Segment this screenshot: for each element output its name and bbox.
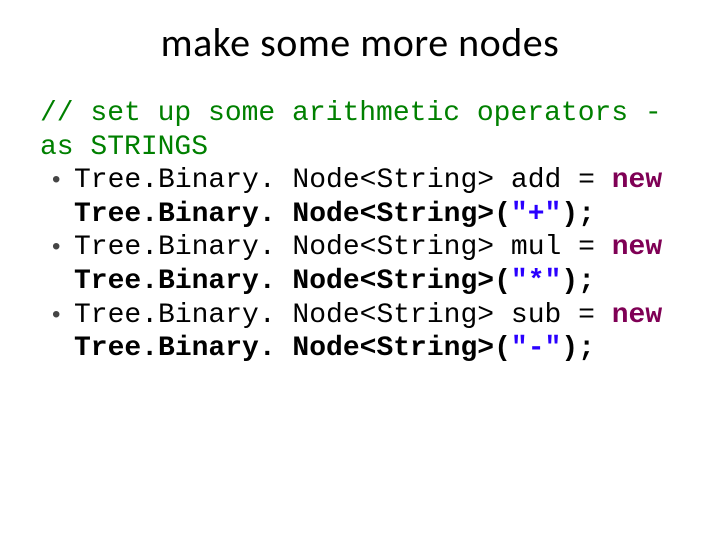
eq: = [561, 232, 611, 263]
open-paren: ( [494, 266, 511, 297]
slide: make some more nodes // set up some arit… [0, 0, 720, 540]
eq: = [561, 300, 611, 331]
open-paren: ( [494, 199, 511, 230]
code-item: Tree.Binary. Node<String> add = new Tree… [52, 164, 680, 231]
kw-new: new [612, 232, 662, 263]
string-literal: "-" [511, 333, 561, 364]
slide-title: make some more nodes [40, 18, 680, 67]
var-name: sub [511, 300, 561, 331]
decl-type: Tree.Binary. Node<String> [74, 165, 494, 196]
var-name: add [511, 165, 561, 196]
code-item: Tree.Binary. Node<String> mul = new Tree… [52, 231, 680, 298]
kw-new: new [612, 165, 662, 196]
close-paren: ); [561, 199, 595, 230]
close-paren: ); [561, 333, 595, 364]
code-item: Tree.Binary. Node<String> sub = new Tree… [52, 299, 680, 366]
ctor-type: Tree.Binary. Node<String> [74, 199, 494, 230]
code-block: // set up some arithmetic operators - as… [40, 97, 680, 366]
ctor-type: Tree.Binary. Node<String> [74, 333, 494, 364]
var-name: mul [511, 232, 561, 263]
eq: = [561, 165, 611, 196]
code-comment: // set up some arithmetic operators - as… [40, 97, 680, 164]
decl-type: Tree.Binary. Node<String> [74, 232, 494, 263]
kw-new: new [612, 300, 662, 331]
ctor-type: Tree.Binary. Node<String> [74, 266, 494, 297]
code-list: Tree.Binary. Node<String> add = new Tree… [40, 164, 680, 366]
string-literal: "+" [511, 199, 561, 230]
open-paren: ( [494, 333, 511, 364]
decl-type: Tree.Binary. Node<String> [74, 300, 494, 331]
close-paren: ); [561, 266, 595, 297]
string-literal: "*" [511, 266, 561, 297]
